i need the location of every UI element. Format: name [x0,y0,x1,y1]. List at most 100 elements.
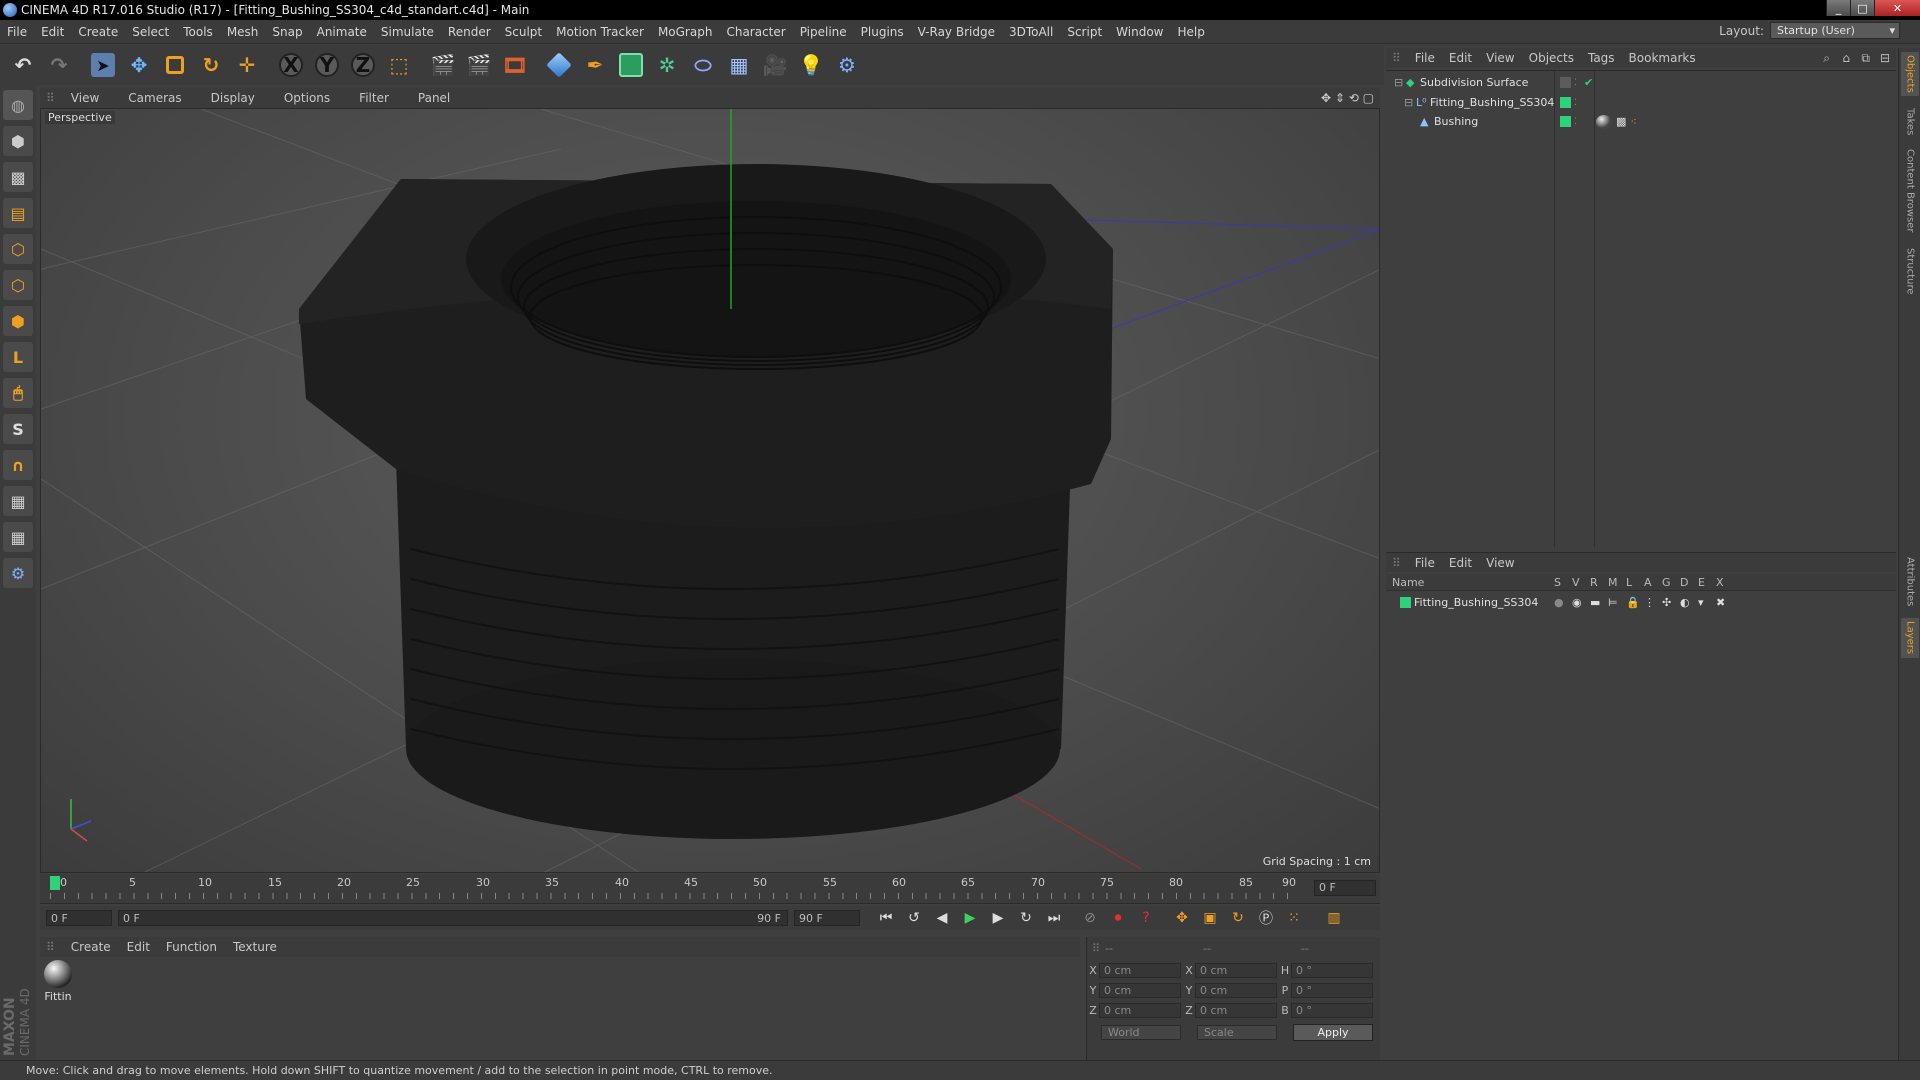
menu-3dtoall[interactable]: 3DToAll [1002,25,1060,39]
menu-sculpt[interactable]: Sculpt [498,25,549,39]
layer-color-swatch[interactable] [1560,97,1571,108]
minimize-button[interactable]: _ [1826,0,1850,16]
layers-menu-file[interactable]: File [1415,556,1435,570]
objects-menu-tags[interactable]: Tags [1588,51,1615,65]
points-mode-button[interactable]: ⬡ [3,234,33,264]
grid-lock-button[interactable]: ▦ [3,486,33,516]
key-pla-button[interactable]: ⁙ [1282,907,1306,929]
size-mode-dropdown[interactable]: Scale [1197,1024,1277,1040]
timeline-ruler[interactable]: 0 5 10 15 20 25 30 35 40 45 50 55 60 65 … [40,874,1380,904]
layers-menu-view[interactable]: View [1486,556,1514,570]
menu-create[interactable]: Create [71,25,125,39]
preview-range-slider[interactable]: 0 F 90 F [118,910,788,926]
viewport-menu-view[interactable]: View [71,91,112,105]
panel-options-icon[interactable]: ⊟ [1880,51,1890,65]
menu-edit[interactable]: Edit [34,25,71,39]
menu-pipeline[interactable]: Pipeline [793,25,854,39]
objects-menu-edit[interactable]: Edit [1449,51,1472,65]
perspective-viewport[interactable]: Perspective Grid Spacing : 1 cm [40,108,1380,873]
search-icon[interactable]: ⌕ [1823,51,1830,66]
deformer-icon[interactable]: ◐ [1680,596,1698,609]
tab-content-browser[interactable]: Content Browser [1901,146,1919,236]
phong-tag-icon[interactable]: ⁖ [1630,115,1636,128]
next-key-button[interactable]: ↻ [1014,907,1038,929]
position-z-field[interactable]: 0 cm [1099,1002,1181,1018]
rotation-b-field[interactable]: 0 ° [1291,1002,1373,1018]
python-button[interactable]: ⚙ [832,49,862,81]
material-swatch[interactable]: Fittin [43,960,73,1003]
menu-render[interactable]: Render [441,25,498,39]
previous-frame-button[interactable]: ◀ [930,907,954,929]
snap-button[interactable]: S [3,414,33,444]
menu-snap[interactable]: Snap [265,25,309,39]
axis-mode-button[interactable]: L [3,342,33,372]
coordinate-space-dropdown[interactable]: World [1101,1024,1181,1040]
menu-tools[interactable]: Tools [176,25,220,39]
goto-start-button[interactable]: ⏮ [874,907,898,929]
enabled-check-icon[interactable]: ✔ [1584,76,1593,89]
autokey-button[interactable]: ⏺ [1106,907,1130,929]
start-frame-field[interactable]: 0 F [46,910,112,926]
manager-icon[interactable]: ⊨ [1608,596,1626,609]
menu-simulate[interactable]: Simulate [374,25,441,39]
rotation-p-field[interactable]: 0 ° [1291,982,1373,998]
playhead-marker[interactable] [50,876,60,890]
deformers-button[interactable]: ⬭ [688,49,718,81]
spline-button[interactable]: ✒ [580,49,610,81]
layer-color-swatch[interactable] [1400,597,1411,608]
menu-vray-bridge[interactable]: V-Ray Bridge [911,25,1002,39]
key-scale-button[interactable]: ▣ [1198,907,1222,929]
apply-button[interactable]: Apply [1293,1023,1373,1041]
play-button[interactable]: ▶ [958,907,982,929]
mograph-button[interactable]: ✲ [652,49,682,81]
previous-key-button[interactable]: ↺ [902,907,926,929]
visibility-dots-icon[interactable]: ⁚ [1574,98,1584,108]
eye-icon[interactable]: ◉ [1572,596,1590,609]
expression-icon[interactable]: ▾ [1698,596,1716,609]
menu-script[interactable]: Script [1060,25,1109,39]
layers-menu-edit[interactable]: Edit [1449,556,1472,570]
workplane-mode-button[interactable]: ▤ [3,198,33,228]
rotate-tool-button[interactable]: ↻ [196,49,226,81]
object-row-bushing[interactable]: ▲ Bushing ⁚ ▩ ⁖ [1386,112,1896,131]
end-frame-field[interactable]: 90 F [794,910,860,926]
model-mode-button[interactable]: ⬢ [3,126,33,156]
object-row-fitting-bushing[interactable]: ⊟ L⁰ Fitting_Bushing_SS304 ⁚ [1386,93,1896,112]
menu-motion-tracker[interactable]: Motion Tracker [549,25,651,39]
key-parameter-button[interactable]: Ⓟ [1254,907,1278,929]
scene-floor-button[interactable]: ▦ [724,49,754,81]
coordinate-system-button[interactable]: ⬚ [384,49,414,81]
live-selection-button[interactable]: ➤ [88,49,118,81]
python-tool-button[interactable]: ⚙ [3,558,33,588]
layer-row[interactable]: Fitting_Bushing_SS304 ● ◉ ▬ ⊨ 🔒 ⋮ ✣ ◐ ▾ … [1386,593,1896,612]
expand-minus-icon[interactable]: ⊟ [1394,76,1406,89]
texture-mode-button[interactable]: ▩ [3,162,33,192]
edges-mode-button[interactable]: ⬡ [3,270,33,300]
render-icon[interactable]: ▬ [1590,596,1608,609]
menu-window[interactable]: Window [1109,25,1170,39]
cube-object-button[interactable] [544,49,574,81]
render-view-button[interactable]: 🎬 [428,49,458,81]
redo-button[interactable]: ↷ [44,49,74,81]
camera-button[interactable]: 🎥 [760,49,790,81]
viewport-menu-filter[interactable]: Filter [359,91,402,105]
next-frame-button[interactable]: ▶ [986,907,1010,929]
render-settings-button[interactable]: 🎞 [500,49,530,81]
material-menu-function[interactable]: Function [166,940,217,954]
make-editable-button[interactable]: ◍ [3,90,33,120]
record-keys-button[interactable]: ⊘ [1078,907,1102,929]
grid-snap-button[interactable]: ▦ [3,522,33,552]
tab-objects[interactable]: Objects [1901,52,1919,96]
viewport-nav-icons[interactable]: ✥ ⇕ ⟲ ▢ [1321,91,1374,105]
layer-color-swatch[interactable] [1560,116,1571,127]
objects-menu-view[interactable]: View [1486,51,1514,65]
uvw-tag-icon[interactable]: ▩ [1616,115,1626,128]
magnet-button[interactable]: ∩ [3,450,33,480]
lock-icon[interactable]: 🔒 [1626,596,1644,609]
position-x-field[interactable]: 0 cm [1099,962,1181,978]
viewport-menu-options[interactable]: Options [284,91,343,105]
menu-select[interactable]: Select [125,25,176,39]
timeline-window-button[interactable]: ▥ [1322,907,1346,929]
menu-mograph[interactable]: MoGraph [651,25,720,39]
size-y-field[interactable]: 0 cm [1195,982,1277,998]
